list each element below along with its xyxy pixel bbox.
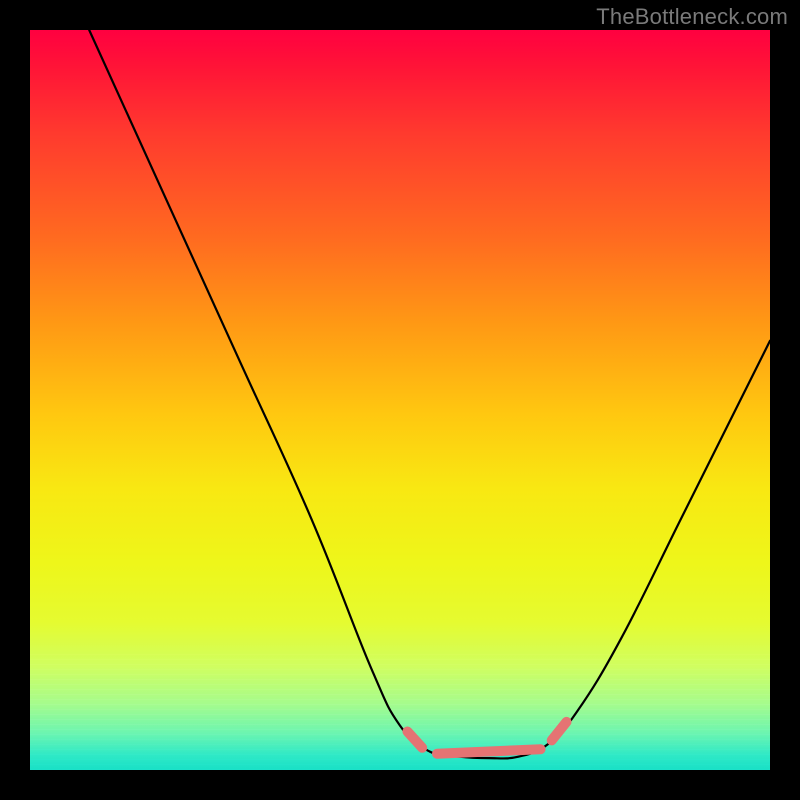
highlight-segment (407, 732, 422, 748)
curve-layer (30, 30, 770, 770)
plot-area (30, 30, 770, 770)
bottleneck-curve (89, 30, 770, 758)
highlight-segment (437, 749, 541, 753)
highlight-segments (407, 722, 566, 754)
chart-frame: TheBottleneck.com (0, 0, 800, 800)
watermark-text: TheBottleneck.com (596, 4, 788, 30)
highlight-segment (552, 722, 567, 741)
